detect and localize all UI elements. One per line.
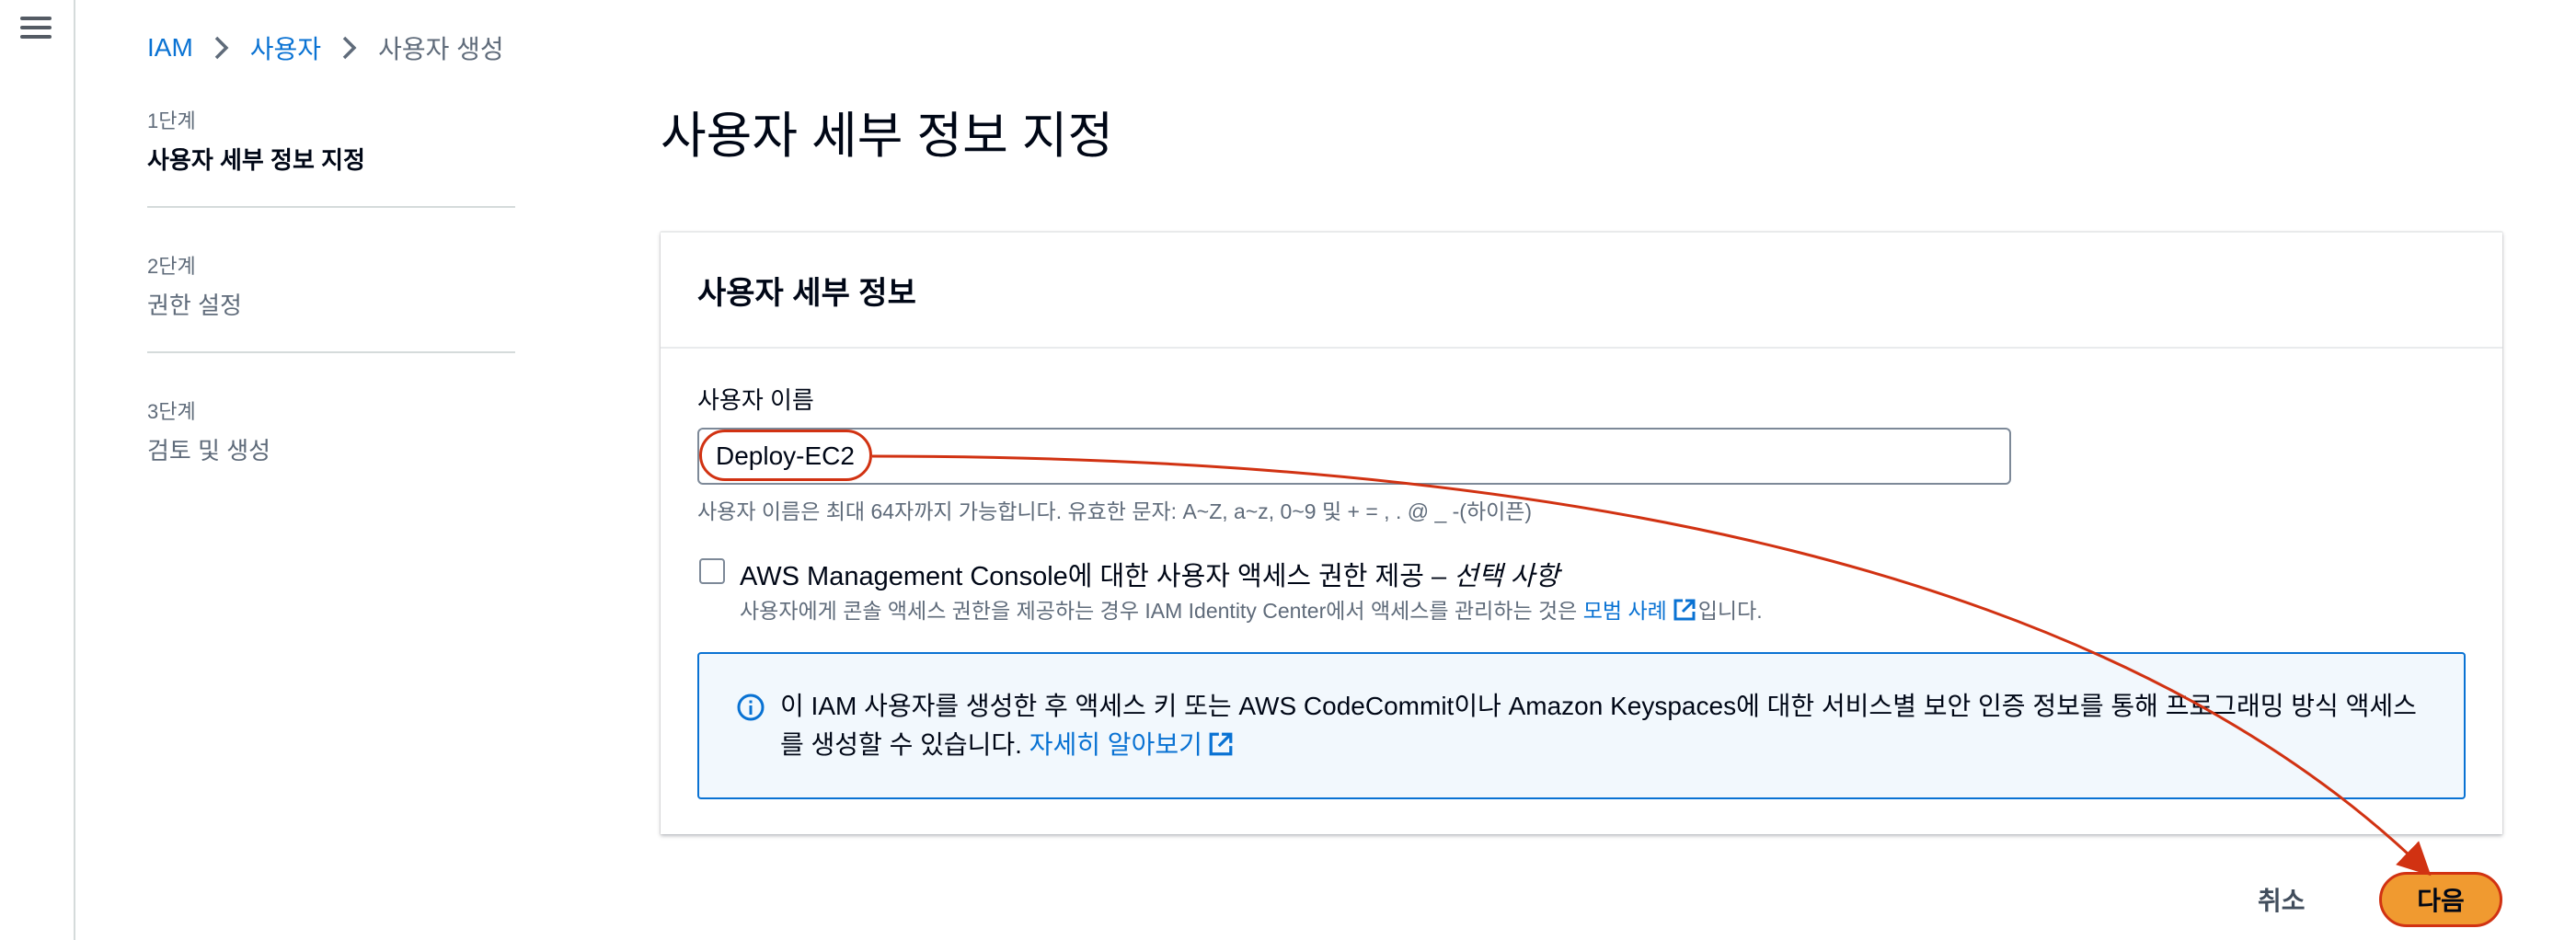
step-number: 1단계 — [147, 109, 196, 132]
username-input[interactable] — [699, 430, 2009, 483]
breadcrumb-current: 사용자 생성 — [378, 35, 504, 63]
page-title: 사용자 세부 정보 지정 — [661, 109, 1114, 164]
info-alert: 이 IAM 사용자를 생성한 후 액세스 키 또는 AWS CodeCommit… — [697, 652, 2466, 799]
console-access-label-text: AWS Management Console에 대한 사용자 액세스 권한 제공… — [740, 562, 1455, 591]
breadcrumb-users[interactable]: 사용자 — [250, 29, 321, 66]
external-link-icon[interactable] — [1673, 598, 1696, 627]
chevron-right-icon — [213, 35, 230, 61]
next-button[interactable]: 다음 — [2379, 872, 2502, 927]
console-access-description: 사용자에게 콘솔 액세스 권한을 제공하는 경우 IAM Identity Ce… — [740, 593, 1763, 627]
console-access-desc-text: 사용자에게 콘솔 액세스 권한을 제공하는 경우 IAM Identity Ce… — [740, 599, 1583, 623]
wizard-step-1[interactable]: 1단계 사용자 세부 정보 지정 — [147, 103, 515, 208]
menu-icon[interactable] — [20, 15, 52, 40]
wizard-steps: 1단계 사용자 세부 정보 지정 2단계 권한 설정 3단계 검토 및 생성 — [147, 103, 515, 537]
wizard-step-2[interactable]: 2단계 권한 설정 — [147, 248, 515, 353]
user-details-panel: 사용자 세부 정보 사용자 이름 사용자 이름은 최대 64자까지 가능합니다.… — [661, 232, 2502, 834]
step-number: 2단계 — [147, 255, 196, 278]
optional-tag: 선택 사항 — [1454, 562, 1559, 591]
username-label: 사용자 이름 — [697, 386, 814, 414]
step-title: 검토 및 생성 — [147, 437, 271, 464]
panel-title: 사용자 세부 정보 — [697, 276, 916, 311]
chevron-right-icon — [341, 35, 358, 61]
best-practice-link[interactable]: 모범 사례 — [1583, 599, 1667, 623]
cancel-button[interactable]: 취소 — [2258, 881, 2306, 918]
console-access-label[interactable]: AWS Management Console에 대한 사용자 액세스 권한 제공… — [740, 555, 1559, 593]
wizard-step-3[interactable]: 3단계 검토 및 생성 — [147, 394, 515, 497]
breadcrumb: IAM 사용자 사용자 생성 — [147, 29, 504, 66]
panel-header: 사용자 세부 정보 — [661, 233, 2502, 349]
info-icon — [736, 693, 765, 727]
info-message: 이 IAM 사용자를 생성한 후 액세스 키 또는 AWS CodeCommit… — [780, 692, 2417, 759]
console-access-desc-suffix: 입니다. — [1697, 599, 1763, 623]
breadcrumb-iam[interactable]: IAM — [147, 33, 193, 63]
username-field — [697, 428, 2011, 485]
console-access-checkbox[interactable] — [699, 558, 725, 584]
step-title: 권한 설정 — [147, 292, 242, 319]
info-text: 이 IAM 사용자를 생성한 후 액세스 키 또는 AWS CodeCommit… — [780, 687, 2436, 768]
external-link-icon[interactable] — [1208, 729, 1234, 768]
username-hint: 사용자 이름은 최대 64자까지 가능합니다. 유효한 문자: A~Z, a~z… — [697, 499, 1533, 523]
side-nav-rail — [0, 0, 75, 940]
learn-more-link[interactable]: 자세히 알아보기 — [1029, 730, 1202, 759]
step-number: 3단계 — [147, 400, 196, 423]
step-title: 사용자 세부 정보 지정 — [147, 146, 365, 174]
